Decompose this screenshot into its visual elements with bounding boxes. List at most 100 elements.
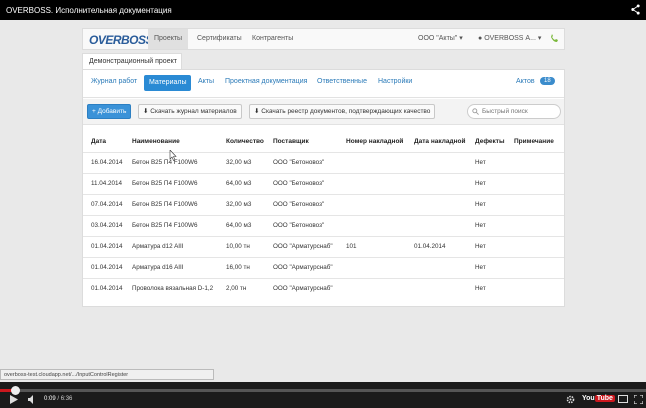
cell-supplier: ООО "Арматурснаб": [273, 285, 333, 292]
col-defects[interactable]: Дефекты: [475, 138, 505, 145]
table-row[interactable]: 01.04.2014 Проволока вязальная D-1,2 2,00 …: [83, 278, 564, 297]
download-icon: ⬇: [254, 108, 260, 115]
video-title[interactable]: OVERBOSS. Исполнительная документация: [6, 6, 172, 15]
video-player-controls: 0:09 / 6:36 You Tube: [0, 382, 646, 408]
tab-materials[interactable]: Материалы: [144, 75, 192, 91]
user-name: OVERBOSS А... ▾: [484, 35, 542, 42]
time-total: / 6:36: [57, 396, 73, 402]
progress-bar[interactable]: [0, 386, 646, 395]
table-row[interactable]: 01.04.2014 Арматура d12 AIII 10,00 тн ООО "…: [83, 236, 564, 255]
table-row[interactable]: 16.04.2014 Бетон В25 П4 F100W6 32,00 м3 ООО…: [83, 152, 564, 171]
company-dropdown[interactable]: ООО "Акты" ▾: [418, 29, 463, 49]
app-navbar: OVERBOSS Проекты Сертификаты Контрагенты…: [82, 28, 565, 50]
video-frame: OVERBOSS Проекты Сертификаты Контрагенты…: [0, 20, 646, 382]
cell-quantity: 10,00 тн: [226, 243, 250, 250]
cell-name: Арматура d16 AIII: [132, 264, 184, 271]
video-title-bar: OVERBOSS. Исполнительная документация: [0, 0, 646, 20]
cell-invoice-number: 101: [346, 243, 357, 250]
cell-quantity: 32,00 м3: [226, 201, 252, 208]
col-supplier[interactable]: Поставщик: [273, 138, 309, 145]
add-material-button[interactable]: + Добавить: [87, 104, 132, 119]
share-icon[interactable]: [631, 4, 640, 15]
fullscreen-icon[interactable]: [634, 395, 643, 404]
table-row[interactable]: 07.04.2014 Бетон В25 П4 F100W6 32,00 м3 ООО…: [83, 194, 564, 213]
quick-search-input[interactable]: [467, 104, 561, 119]
cell-name: Бетон В25 П4 F100W6: [132, 159, 198, 166]
col-invoice-number[interactable]: Номер накладной: [346, 138, 403, 145]
cell-quantity: 32,00 м3: [226, 159, 252, 166]
time-current: 0:09: [44, 396, 56, 402]
acts-count-badge: 18: [540, 77, 555, 85]
cell-quantity: 16,00 тн: [226, 264, 250, 271]
project-tab[interactable]: Демонстрационный проект: [82, 53, 182, 69]
col-quantity[interactable]: Количество: [226, 138, 264, 145]
cell-supplier: ООО "Бетоновоз": [273, 201, 325, 208]
cell-date: 03.04.2014: [91, 222, 123, 229]
tab-acts[interactable]: Акты: [198, 78, 214, 85]
cell-supplier: ООО "Бетоновоз": [273, 222, 325, 229]
nav-tab-label: Сертификаты: [197, 35, 242, 42]
download-icon: ⬇: [143, 108, 149, 115]
cell-supplier: ООО "Арматурснаб": [273, 264, 333, 271]
cell-defects: Нет: [475, 159, 486, 166]
cell-quantity: 64,00 м3: [226, 180, 252, 187]
youtube-logo[interactable]: You Tube: [582, 395, 615, 402]
cell-supplier: ООО "Арматурснаб": [273, 243, 333, 250]
tab-work-journal[interactable]: Журнал работ: [91, 78, 137, 85]
cell-invoice-date: 01.04.2014: [414, 243, 446, 250]
time-display: 0:09 / 6:36: [44, 396, 72, 402]
cell-date: 11.04.2014: [91, 180, 123, 187]
project-subnav: Журнал работ Материалы Акты Проектная до…: [83, 70, 564, 98]
cell-date: 01.04.2014: [91, 285, 123, 292]
nav-tab-certificates[interactable]: Сертификаты: [191, 29, 248, 49]
tab-project-docs[interactable]: Проектная документация: [225, 78, 307, 85]
widescreen-icon[interactable]: [618, 395, 628, 403]
cell-quantity: 2,00 тн: [226, 285, 247, 292]
cell-defects: Нет: [475, 264, 486, 271]
phone-icon[interactable]: [550, 33, 558, 43]
cell-name: Бетон В25 П4 F100W6: [132, 180, 198, 187]
button-label: Скачать журнал материалов: [150, 108, 237, 115]
cell-name: Арматура d12 AIII: [132, 243, 184, 250]
search-icon: [472, 108, 479, 115]
cell-date: 07.04.2014: [91, 201, 123, 208]
col-invoice-date[interactable]: Дата накладной: [414, 138, 466, 145]
user-icon: ●: [478, 35, 483, 42]
tab-settings[interactable]: Настройки: [378, 78, 412, 85]
acts-count-label[interactable]: Актов: [516, 78, 535, 85]
tab-responsible[interactable]: Ответственные: [317, 78, 367, 85]
table-row[interactable]: 01.04.2014 Арматура d16 AIII 16,00 тн ООО "…: [83, 257, 564, 276]
table-row[interactable]: 03.04.2014 Бетон В25 П4 F100W6 64,00 м3 ООО…: [83, 215, 564, 234]
settings-gear-icon[interactable]: [566, 395, 575, 404]
cell-defects: Нет: [475, 285, 486, 292]
nav-tab-label: Контрагенты: [252, 35, 294, 42]
play-icon[interactable]: [10, 395, 18, 404]
cell-quantity: 64,00 м3: [226, 222, 252, 229]
col-name[interactable]: Наименование: [132, 138, 180, 145]
cell-date: 01.04.2014: [91, 243, 123, 250]
materials-panel: Журнал работ Материалы Акты Проектная до…: [82, 69, 565, 307]
overboss-logo[interactable]: OVERBOSS: [89, 33, 154, 47]
nav-tab-projects[interactable]: Проекты: [148, 29, 189, 49]
cell-date: 01.04.2014: [91, 264, 123, 271]
status-bar-url: overboss-test.cloudapp.net/.../InputCont…: [0, 369, 214, 380]
user-dropdown[interactable]: ● OVERBOSS А... ▾: [478, 29, 541, 49]
table-row[interactable]: 11.04.2014 Бетон В25 П4 F100W6 64,00 м3 ООО…: [83, 173, 564, 192]
nav-tab-label: Проекты: [154, 35, 183, 42]
col-notes[interactable]: Примечание: [514, 138, 554, 145]
cell-supplier: ООО "Бетоновоз": [273, 159, 325, 166]
mouse-cursor-icon: [169, 150, 177, 161]
cell-defects: Нет: [475, 222, 486, 229]
nav-tab-contractors[interactable]: Контрагенты: [246, 29, 299, 49]
cell-name: Бетон В25 П4 F100W6: [132, 222, 198, 229]
cell-name: Проволока вязальная D-1,2: [132, 285, 214, 292]
progress-handle[interactable]: [10, 386, 20, 395]
cell-defects: Нет: [475, 201, 486, 208]
volume-icon[interactable]: [28, 395, 37, 404]
download-journal-button[interactable]: ⬇ Скачать журнал материалов: [138, 104, 242, 119]
download-registry-button[interactable]: ⬇ Скачать реестр документов, подтверждаю…: [249, 104, 436, 119]
button-label: Скачать реестр документов, подтверждающи…: [261, 108, 431, 115]
col-date[interactable]: Дата: [91, 138, 106, 145]
cell-defects: Нет: [475, 180, 486, 187]
cell-supplier: ООО "Бетоновоз": [273, 180, 325, 187]
